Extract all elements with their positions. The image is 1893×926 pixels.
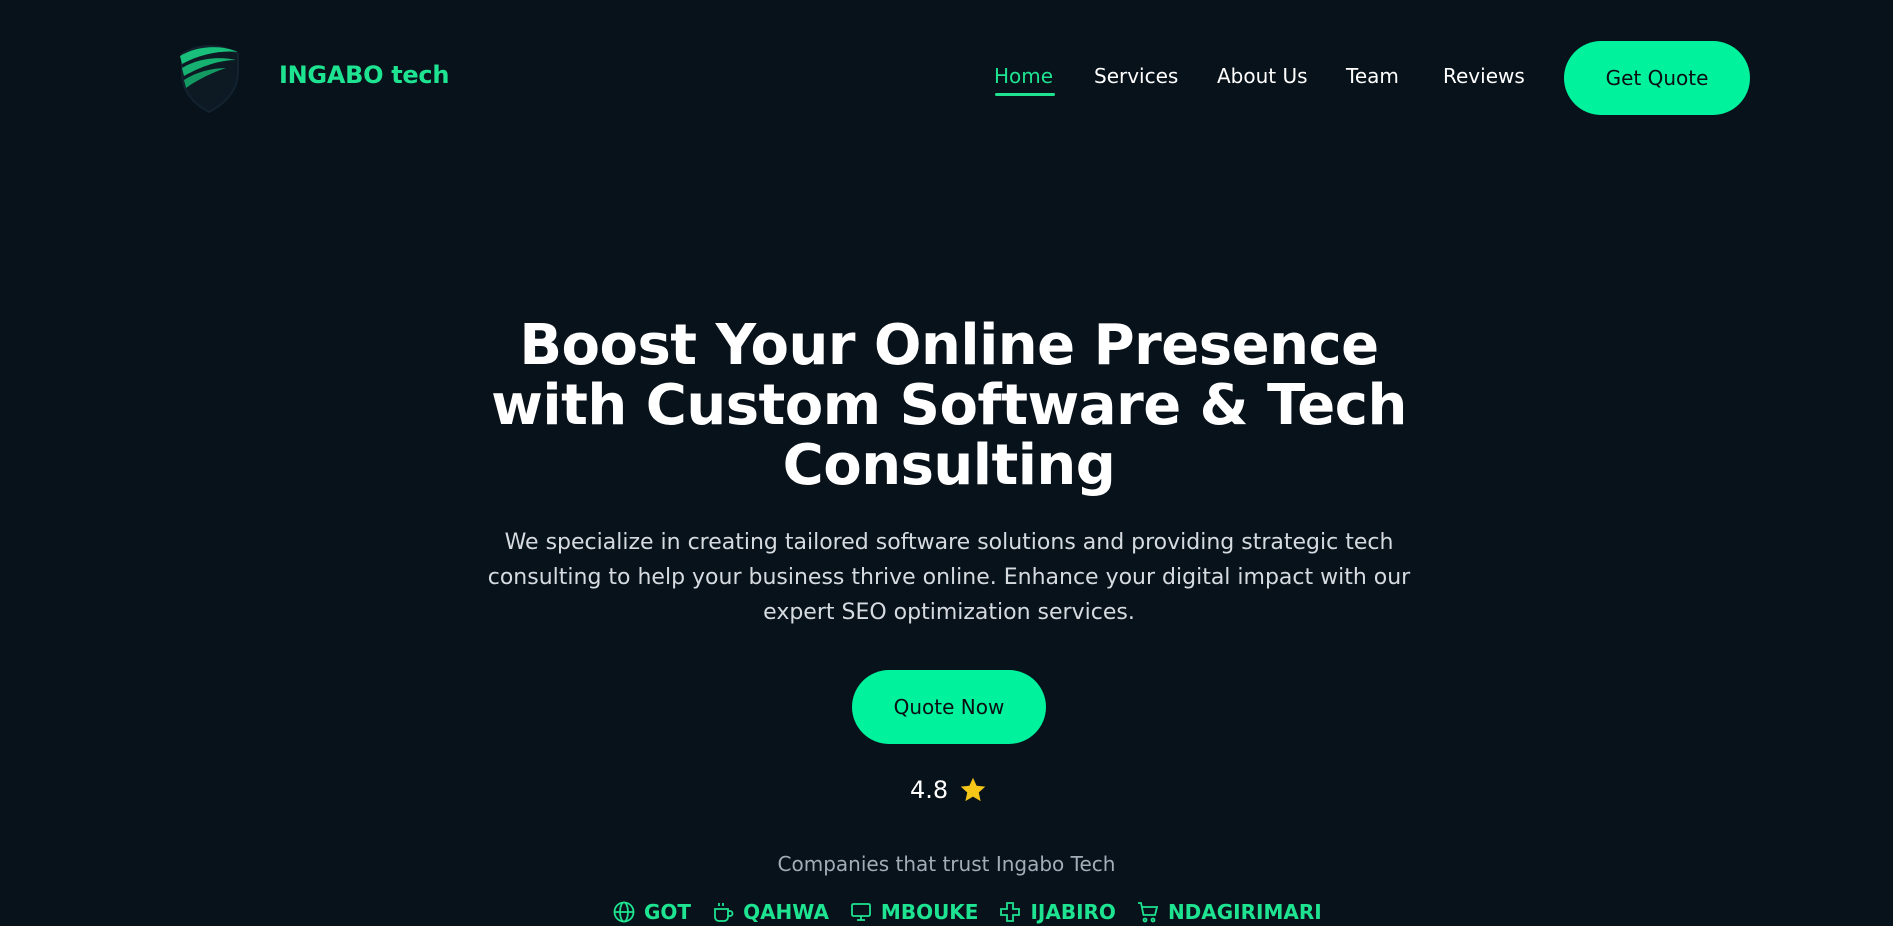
hero-subtitle: We specialize in creating tailored softw… [470,525,1428,630]
quote-now-button[interactable]: Quote Now [852,670,1046,744]
rating: 4.8 [910,775,988,805]
coffee-cup-icon [714,903,734,922]
hero-title: Boost Your Online Presence with Custom S… [460,316,1438,496]
plus-icon [1000,902,1021,922]
shopping-cart-icon [1137,902,1159,923]
nav-services[interactable]: Services [1094,64,1178,88]
hero-subtitle-line: consulting to help your business thrive … [487,565,1411,590]
brand-name[interactable]: INGABO tech [279,61,449,89]
company-name: IJABIRO [1030,900,1116,924]
globe-icon [613,901,635,923]
company-ndagirimari: NDAGIRIMARI [1136,900,1322,924]
company-mbouke: MBOUKE [849,900,979,924]
hero-title-line: Consulting [782,433,1116,498]
company-got: GOT [612,900,691,924]
monitor-icon [851,903,871,921]
nav-reviews[interactable]: Reviews [1443,64,1525,88]
nav-team[interactable]: Team [1346,64,1399,88]
company-name: NDAGIRIMARI [1167,900,1322,924]
company-name: MBOUKE [880,900,979,924]
hero-subtitle-line: We specialize in creating tailored softw… [504,530,1394,555]
hero-title-line: with Custom Software & Tech [491,373,1407,438]
star-icon [960,777,986,802]
company-name: QAHWA [743,900,829,924]
nav-active-indicator [995,93,1055,96]
rating-value: 4.8 [910,776,949,804]
company-ijabiro: IJABIRO [998,900,1116,924]
get-quote-button[interactable]: Get Quote [1564,41,1750,115]
hero-title-line: Boost Your Online Presence [519,313,1379,378]
trust-label: Companies that trust Ingabo Tech [777,852,1116,876]
nav-home[interactable]: Home [994,64,1053,88]
landing-page: INGABO tech Home Services About Us Team … [0,0,1893,926]
shield-logo-icon [180,44,239,114]
company-name: GOT [644,900,692,924]
logo[interactable] [176,42,242,114]
company-logos: GOT QAHWA MBOUKE IJABIRO NDAGIRIMARI [612,900,1322,924]
nav-about-us[interactable]: About Us [1217,64,1308,88]
hero-subtitle-line: expert SEO optimization services. [763,600,1135,625]
company-qahwa: QAHWA [711,900,829,924]
